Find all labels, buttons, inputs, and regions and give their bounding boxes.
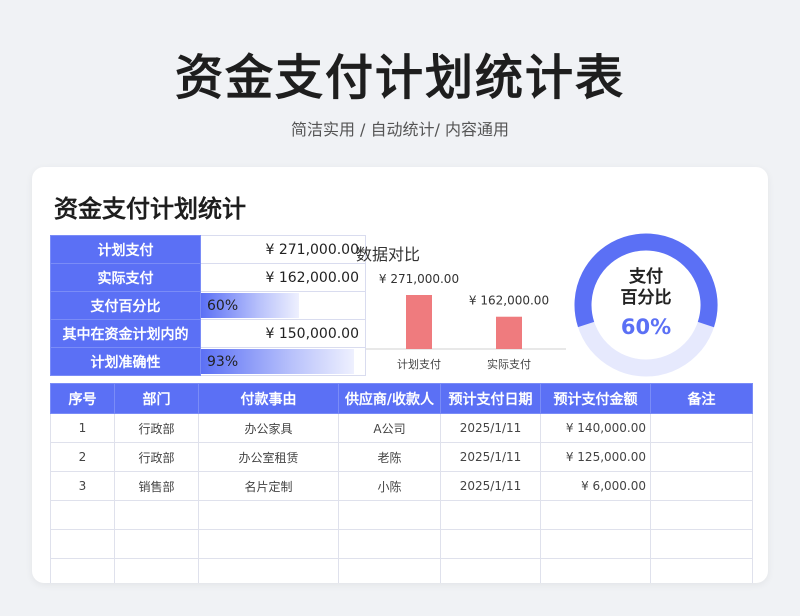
department-cell[interactable]: 行政部 (114, 442, 199, 472)
card-title: 资金支付计划统计 (54, 195, 246, 223)
amount-cell[interactable] (540, 529, 651, 559)
header-amount: 预计支付金额 (540, 383, 651, 414)
page-subtitle: 简洁实用 / 自动统计/ 内容通用 (290, 120, 510, 139)
progress-text: 93% (207, 353, 239, 370)
index-cell[interactable] (50, 529, 115, 559)
progress-text: 60% (207, 297, 239, 314)
date-cell[interactable]: 2025/1/11 (440, 471, 541, 501)
amount-cell[interactable]: ¥ 6,000.00 (540, 471, 651, 501)
table-row: 3 销售部 名片定制 小陈 2025/1/11 ¥ 6,000.00 (50, 471, 753, 501)
reason-cell[interactable] (198, 558, 339, 583)
payment-table: 序号 部门 付款事由 供应商/收款人 预计支付日期 预计支付金额 备注 1 行政部… (50, 383, 753, 583)
summary-label: 计划支付 (50, 235, 201, 264)
payee-cell[interactable]: 小陈 (338, 471, 441, 501)
summary-row: 计划支付 ¥ 271,000.00 (50, 235, 366, 264)
category-label: 计划支付 (397, 358, 441, 371)
bar-value-label: ¥ 162,000.00 (469, 294, 549, 308)
payee-cell[interactable] (338, 558, 441, 583)
header-reason: 付款事由 (198, 383, 339, 414)
summary-label: 其中在资金计划内的 (50, 319, 201, 348)
department-cell[interactable] (114, 500, 199, 530)
department-cell[interactable] (114, 558, 199, 583)
bar-0 (406, 295, 432, 349)
bar-chart: ¥ 271,000.00 计划支付 ¥ 162,000.00 实际支付 (366, 272, 566, 371)
amount-cell[interactable] (540, 558, 651, 583)
summary-value[interactable]: 93% (200, 347, 366, 376)
summary-row: 支付百分比 60% (50, 291, 366, 320)
payee-cell[interactable] (338, 500, 441, 530)
date-cell[interactable] (440, 529, 541, 559)
table-row: 2 行政部 办公室租赁 老陈 2025/1/11 ¥ 125,000.00 (50, 442, 753, 472)
amount-cell[interactable]: ¥ 125,000.00 (540, 442, 651, 472)
payee-cell[interactable]: A公司 (338, 413, 441, 443)
date-cell[interactable] (440, 500, 541, 530)
summary-value[interactable]: 60% (200, 291, 366, 320)
note-cell[interactable] (650, 558, 753, 583)
bar-1 (496, 316, 522, 349)
header-department: 部门 (114, 383, 199, 414)
note-cell[interactable] (650, 500, 753, 530)
note-cell[interactable] (650, 471, 753, 501)
note-cell[interactable] (650, 529, 753, 559)
bar-value-label: ¥ 271,000.00 (379, 272, 459, 286)
header-index: 序号 (50, 383, 115, 414)
index-cell[interactable] (50, 558, 115, 583)
table-row (50, 529, 753, 559)
date-cell[interactable]: 2025/1/11 (440, 413, 541, 443)
summary-label: 实际支付 (50, 263, 201, 292)
reason-cell[interactable] (198, 529, 339, 559)
date-cell[interactable] (440, 558, 541, 583)
header-note: 备注 (650, 383, 753, 414)
summary-value[interactable]: ¥ 271,000.00 (200, 235, 366, 264)
summary-row: 计划准确性 93% (50, 347, 366, 376)
page-title: 资金支付计划统计表 (174, 50, 625, 106)
summary-label: 支付百分比 (50, 291, 201, 320)
amount-cell[interactable] (540, 500, 651, 530)
index-cell[interactable]: 1 (50, 413, 115, 443)
note-cell[interactable] (650, 442, 753, 472)
date-cell[interactable]: 2025/1/11 (440, 442, 541, 472)
reason-cell[interactable]: 办公室租赁 (198, 442, 339, 472)
summary-row: 实际支付 ¥ 162,000.00 (50, 263, 366, 292)
header-date: 预计支付日期 (440, 383, 541, 414)
table-header-row: 序号 部门 付款事由 供应商/收款人 预计支付日期 预计支付金额 备注 (50, 383, 753, 414)
table-row (50, 500, 753, 530)
donut-label-line2: 百分比 (620, 288, 672, 308)
summary-table: 计划支付 ¥ 271,000.00 实际支付 ¥ 162,000.00 支付百分… (50, 235, 366, 376)
donut-label: 支付 百分比 (574, 267, 718, 309)
reason-cell[interactable]: 名片定制 (198, 471, 339, 501)
reason-cell[interactable]: 办公家具 (198, 413, 339, 443)
payee-cell[interactable] (338, 529, 441, 559)
department-cell[interactable] (114, 529, 199, 559)
summary-row: 其中在资金计划内的 ¥ 150,000.00 (50, 319, 366, 348)
summary-card: 资金支付计划统计 计划支付 ¥ 271,000.00 实际支付 ¥ 162,00… (32, 167, 768, 583)
department-cell[interactable]: 行政部 (114, 413, 199, 443)
category-label: 实际支付 (487, 357, 531, 371)
table-row (50, 558, 753, 583)
note-cell[interactable] (650, 413, 753, 443)
table-row: 1 行政部 办公家具 A公司 2025/1/11 ¥ 140,000.00 (50, 413, 753, 443)
donut-percent: 60% (620, 315, 672, 339)
summary-value[interactable]: ¥ 162,000.00 (200, 263, 366, 292)
index-cell[interactable] (50, 500, 115, 530)
summary-label: 计划准确性 (50, 347, 201, 376)
summary-value[interactable]: ¥ 150,000.00 (200, 319, 366, 348)
payee-cell[interactable]: 老陈 (338, 442, 441, 472)
department-cell[interactable]: 销售部 (114, 471, 199, 501)
reason-cell[interactable] (198, 500, 339, 530)
donut-label-line1: 支付 (629, 267, 663, 287)
amount-cell[interactable]: ¥ 140,000.00 (540, 413, 651, 443)
index-cell[interactable]: 2 (50, 442, 115, 472)
chart-title: 数据对比 (356, 245, 421, 264)
header-payee: 供应商/收款人 (338, 383, 441, 414)
index-cell[interactable]: 3 (50, 471, 115, 501)
